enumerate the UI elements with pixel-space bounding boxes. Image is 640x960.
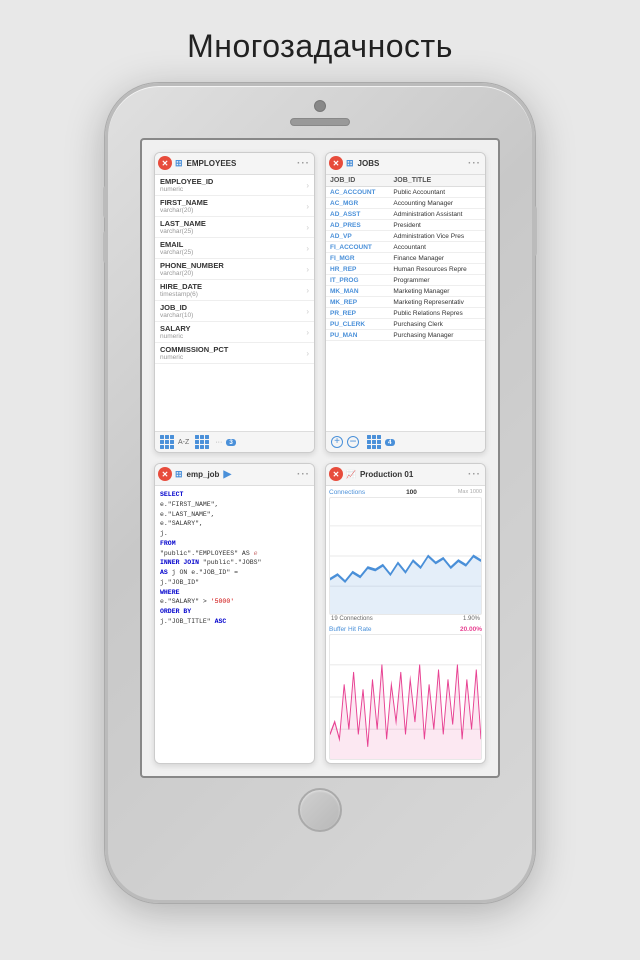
volume-up-button[interactable]: [103, 186, 108, 218]
employees-table-icon: ⊞: [175, 158, 183, 169]
emp-field-salary[interactable]: SALARY numeric ›: [155, 322, 314, 343]
emp-job-title: emp_job: [187, 470, 220, 479]
production-title: Production 01: [360, 470, 413, 479]
employees-fields: EMPLOYEE_ID numeric › FIRST_NAME varchar…: [155, 175, 314, 431]
connections-value: 100: [406, 489, 417, 496]
connections-label-row: Connections 100 Max 1000: [329, 489, 482, 496]
connections-stat-right: 1.90%: [463, 616, 480, 622]
jobs-row-ad_vp[interactable]: AD_VPAdministration Vice Pres: [326, 231, 485, 242]
connections-stat-row: 19 Connections 1.90%: [329, 615, 482, 623]
buffer-chart: [329, 634, 482, 760]
connections-chart: [329, 497, 482, 615]
employees-title: EMPLOYEES: [187, 159, 237, 168]
phone-screen: ✕ ⊞ EMPLOYEES ··· EMPLOYEE_ID numeric ›: [140, 138, 500, 778]
employees-dots[interactable]: ···: [215, 439, 222, 446]
jobs-add-button[interactable]: +: [331, 436, 343, 448]
jobs-menu-dots[interactable]: ···: [468, 158, 481, 169]
employees-menu-dots[interactable]: ···: [297, 158, 310, 169]
jobs-row-ad_pres[interactable]: AD_PRESPresident: [326, 220, 485, 231]
jobs-grid-icon[interactable]: [367, 435, 381, 449]
speaker-icon: [290, 118, 350, 126]
page-title: Многозадачность: [187, 28, 453, 65]
jobs-footer: + − 4: [326, 431, 485, 452]
jobs-row-mk_rep[interactable]: MK_REPMarketing Representativ: [326, 297, 485, 308]
emp-job-table-icon: ⊞: [175, 469, 183, 480]
emp-job-window: ✕ ⊞ emp_job ▶ ··· SELECT e."FIRST_NAME",…: [154, 463, 315, 764]
employees-titlebar: ⊞ EMPLOYEES ···: [155, 153, 314, 175]
emp-field-hire_date[interactable]: HIRE_DATE timestamp(6) ›: [155, 280, 314, 301]
production-chart-area: Connections 100 Max 1000: [326, 486, 485, 763]
jobs-window: ✕ ⊞ JOBS ··· JOB_ID JOB_TITLE AC_ACCOUNT…: [325, 152, 486, 453]
production-chart-icon: 📈: [346, 470, 356, 479]
production-close-button[interactable]: ✕: [329, 467, 343, 481]
jobs-row-pr_rep[interactable]: PR_REPPublic Relations Repres: [326, 308, 485, 319]
jobs-row-ac_mgr[interactable]: AC_MGRAccounting Manager: [326, 198, 485, 209]
connections-max-label: Max 1000: [458, 489, 482, 496]
emp-job-close-button[interactable]: ✕: [158, 467, 172, 481]
volume-down-button[interactable]: [103, 231, 108, 263]
jobs-row-fi_mgr[interactable]: FI_MGRFinance Manager: [326, 253, 485, 264]
employees-badge: 3: [226, 439, 236, 446]
jobs-close-button[interactable]: ✕: [329, 156, 343, 170]
production-window: ✕ 📈 Production 01 ··· Connections 100 Ma…: [325, 463, 486, 764]
phone-shell: ✕ ⊞ EMPLOYEES ··· EMPLOYEE_ID numeric ›: [105, 83, 535, 903]
jobs-col-job-title: JOB_TITLE: [393, 177, 481, 184]
camera-icon: [314, 100, 326, 112]
jobs-row-pu_man[interactable]: PU_MANPurchasing Manager: [326, 330, 485, 341]
emp-job-titlebar: ⊞ emp_job ▶ ···: [155, 464, 314, 486]
jobs-row-it_prog[interactable]: IT_PROGProgrammer: [326, 275, 485, 286]
production-titlebar: 📈 Production 01 ···: [326, 464, 485, 486]
employees-close-button[interactable]: ✕: [158, 156, 172, 170]
emp-field-first_name[interactable]: FIRST_NAME varchar(20) ›: [155, 196, 314, 217]
power-button[interactable]: [532, 206, 537, 256]
jobs-row-ac_account[interactable]: AC_ACCOUNTPublic Accountant: [326, 187, 485, 198]
jobs-row-hr_rep[interactable]: HR_REPHuman Resources Repre: [326, 264, 485, 275]
jobs-row-ad_asst[interactable]: AD_ASSTAdministration Assistant: [326, 209, 485, 220]
emp-field-email[interactable]: EMAIL varchar(25) ›: [155, 238, 314, 259]
emp-job-menu-dots[interactable]: ···: [297, 469, 310, 480]
jobs-col-job-id: JOB_ID: [330, 177, 393, 184]
jobs-remove-button[interactable]: −: [347, 436, 359, 448]
emp-field-phone_number[interactable]: PHONE_NUMBER varchar(20) ›: [155, 259, 314, 280]
emp-field-last_name[interactable]: LAST_NAME varchar(25) ›: [155, 217, 314, 238]
jobs-data: JOB_ID JOB_TITLE AC_ACCOUNTPublic Accoun…: [326, 175, 485, 431]
jobs-table-icon: ⊞: [346, 158, 354, 169]
emp-field-employee_id[interactable]: EMPLOYEE_ID numeric ›: [155, 175, 314, 196]
connections-stat-left: 19 Connections: [331, 616, 373, 622]
phone-top: [108, 86, 532, 134]
jobs-row-mk_man[interactable]: MK_MANMarketing Manager: [326, 286, 485, 297]
emp-job-sql: SELECT e."FIRST_NAME", e."LAST_NAME", e.…: [155, 486, 314, 763]
buffer-section: Buffer Hit Rate 20.00%: [329, 626, 482, 760]
connections-section: Connections 100 Max 1000: [329, 489, 482, 623]
employees-footer: A-Z ··· 3: [155, 431, 314, 452]
jobs-row-pu_clerk[interactable]: PU_CLERKPurchasing Clerk: [326, 319, 485, 330]
buffer-label-row: Buffer Hit Rate 20.00%: [329, 626, 482, 633]
employees-table-footer-icon[interactable]: [195, 435, 209, 449]
emp-job-play-icon[interactable]: ▶: [223, 469, 231, 480]
jobs-title: JOBS: [358, 159, 380, 168]
jobs-badge: 4: [385, 439, 395, 446]
employees-window: ✕ ⊞ EMPLOYEES ··· EMPLOYEE_ID numeric ›: [154, 152, 315, 453]
emp-field-commission_pct[interactable]: COMMISSION_PCT numeric ›: [155, 343, 314, 364]
buffer-value: 20.00%: [460, 626, 482, 633]
connections-label: Connections: [329, 489, 365, 496]
home-button[interactable]: [298, 788, 342, 832]
buffer-label: Buffer Hit Rate: [329, 626, 372, 633]
jobs-column-headers: JOB_ID JOB_TITLE: [326, 175, 485, 187]
emp-field-job_id[interactable]: JOB_ID varchar(10) ›: [155, 301, 314, 322]
employees-grid-icon: [160, 435, 174, 449]
jobs-titlebar: ⊞ JOBS ···: [326, 153, 485, 175]
employees-az-label: A-Z: [178, 439, 189, 446]
jobs-row-fi_account[interactable]: FI_ACCOUNTAccountant: [326, 242, 485, 253]
production-menu-dots[interactable]: ···: [468, 469, 481, 480]
